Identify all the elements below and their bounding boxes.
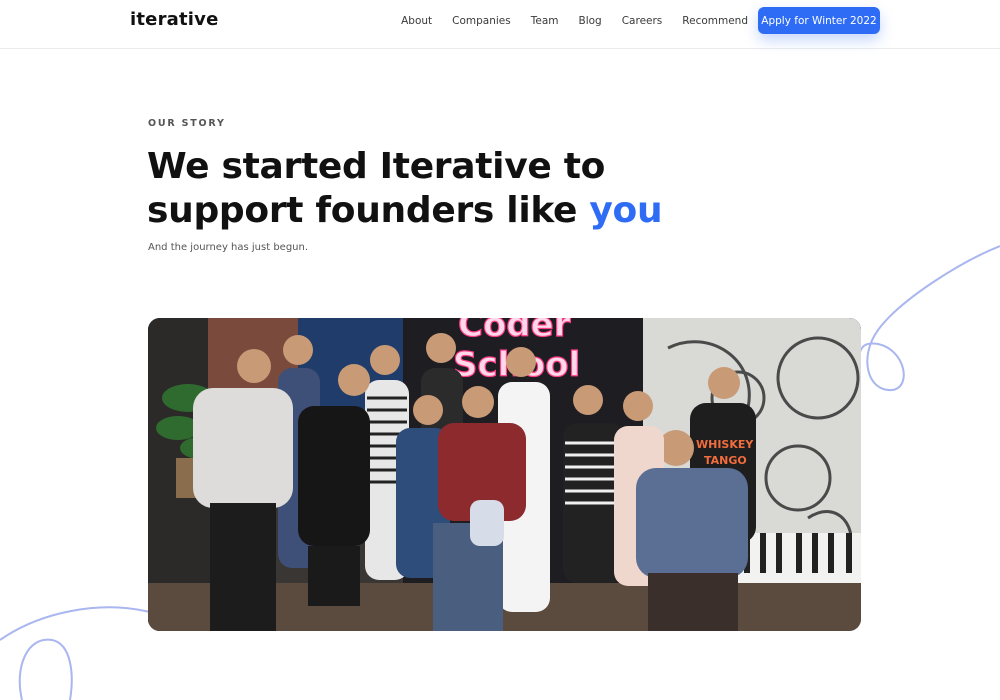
- nav-link-about[interactable]: About: [401, 15, 432, 27]
- nav-link-careers[interactable]: Careers: [622, 15, 663, 27]
- page: iterative About Companies Team Blog Care…: [0, 0, 1000, 700]
- shirt-text-1: WHISKEY: [696, 438, 754, 451]
- headline-accent: you: [589, 190, 663, 231]
- shirt-text-2: TANGO: [704, 454, 747, 467]
- apply-button[interactable]: Apply for Winter 2022: [758, 7, 880, 34]
- logo[interactable]: iterative: [130, 9, 219, 30]
- main-nav: About Companies Team Blog Careers Recomm…: [401, 15, 748, 27]
- nav-link-recommend[interactable]: Recommend: [682, 15, 748, 27]
- headline-subtitle: And the journey has just begun.: [148, 242, 309, 253]
- nav-link-team[interactable]: Team: [531, 15, 559, 27]
- section-eyebrow: OUR STORY: [148, 118, 226, 129]
- nav-link-companies[interactable]: Companies: [452, 15, 511, 27]
- headline-line-2: support founders like: [147, 190, 578, 231]
- team-photo: Coder School: [148, 318, 861, 631]
- top-navigation-bar: iterative About Companies Team Blog Care…: [0, 0, 1000, 49]
- page-headline: We started Iterative to support founders…: [147, 145, 707, 233]
- neon-sign-line-1: Coder: [458, 318, 571, 345]
- nav-link-blog[interactable]: Blog: [579, 15, 602, 27]
- headline-line-1: We started Iterative to: [147, 146, 606, 187]
